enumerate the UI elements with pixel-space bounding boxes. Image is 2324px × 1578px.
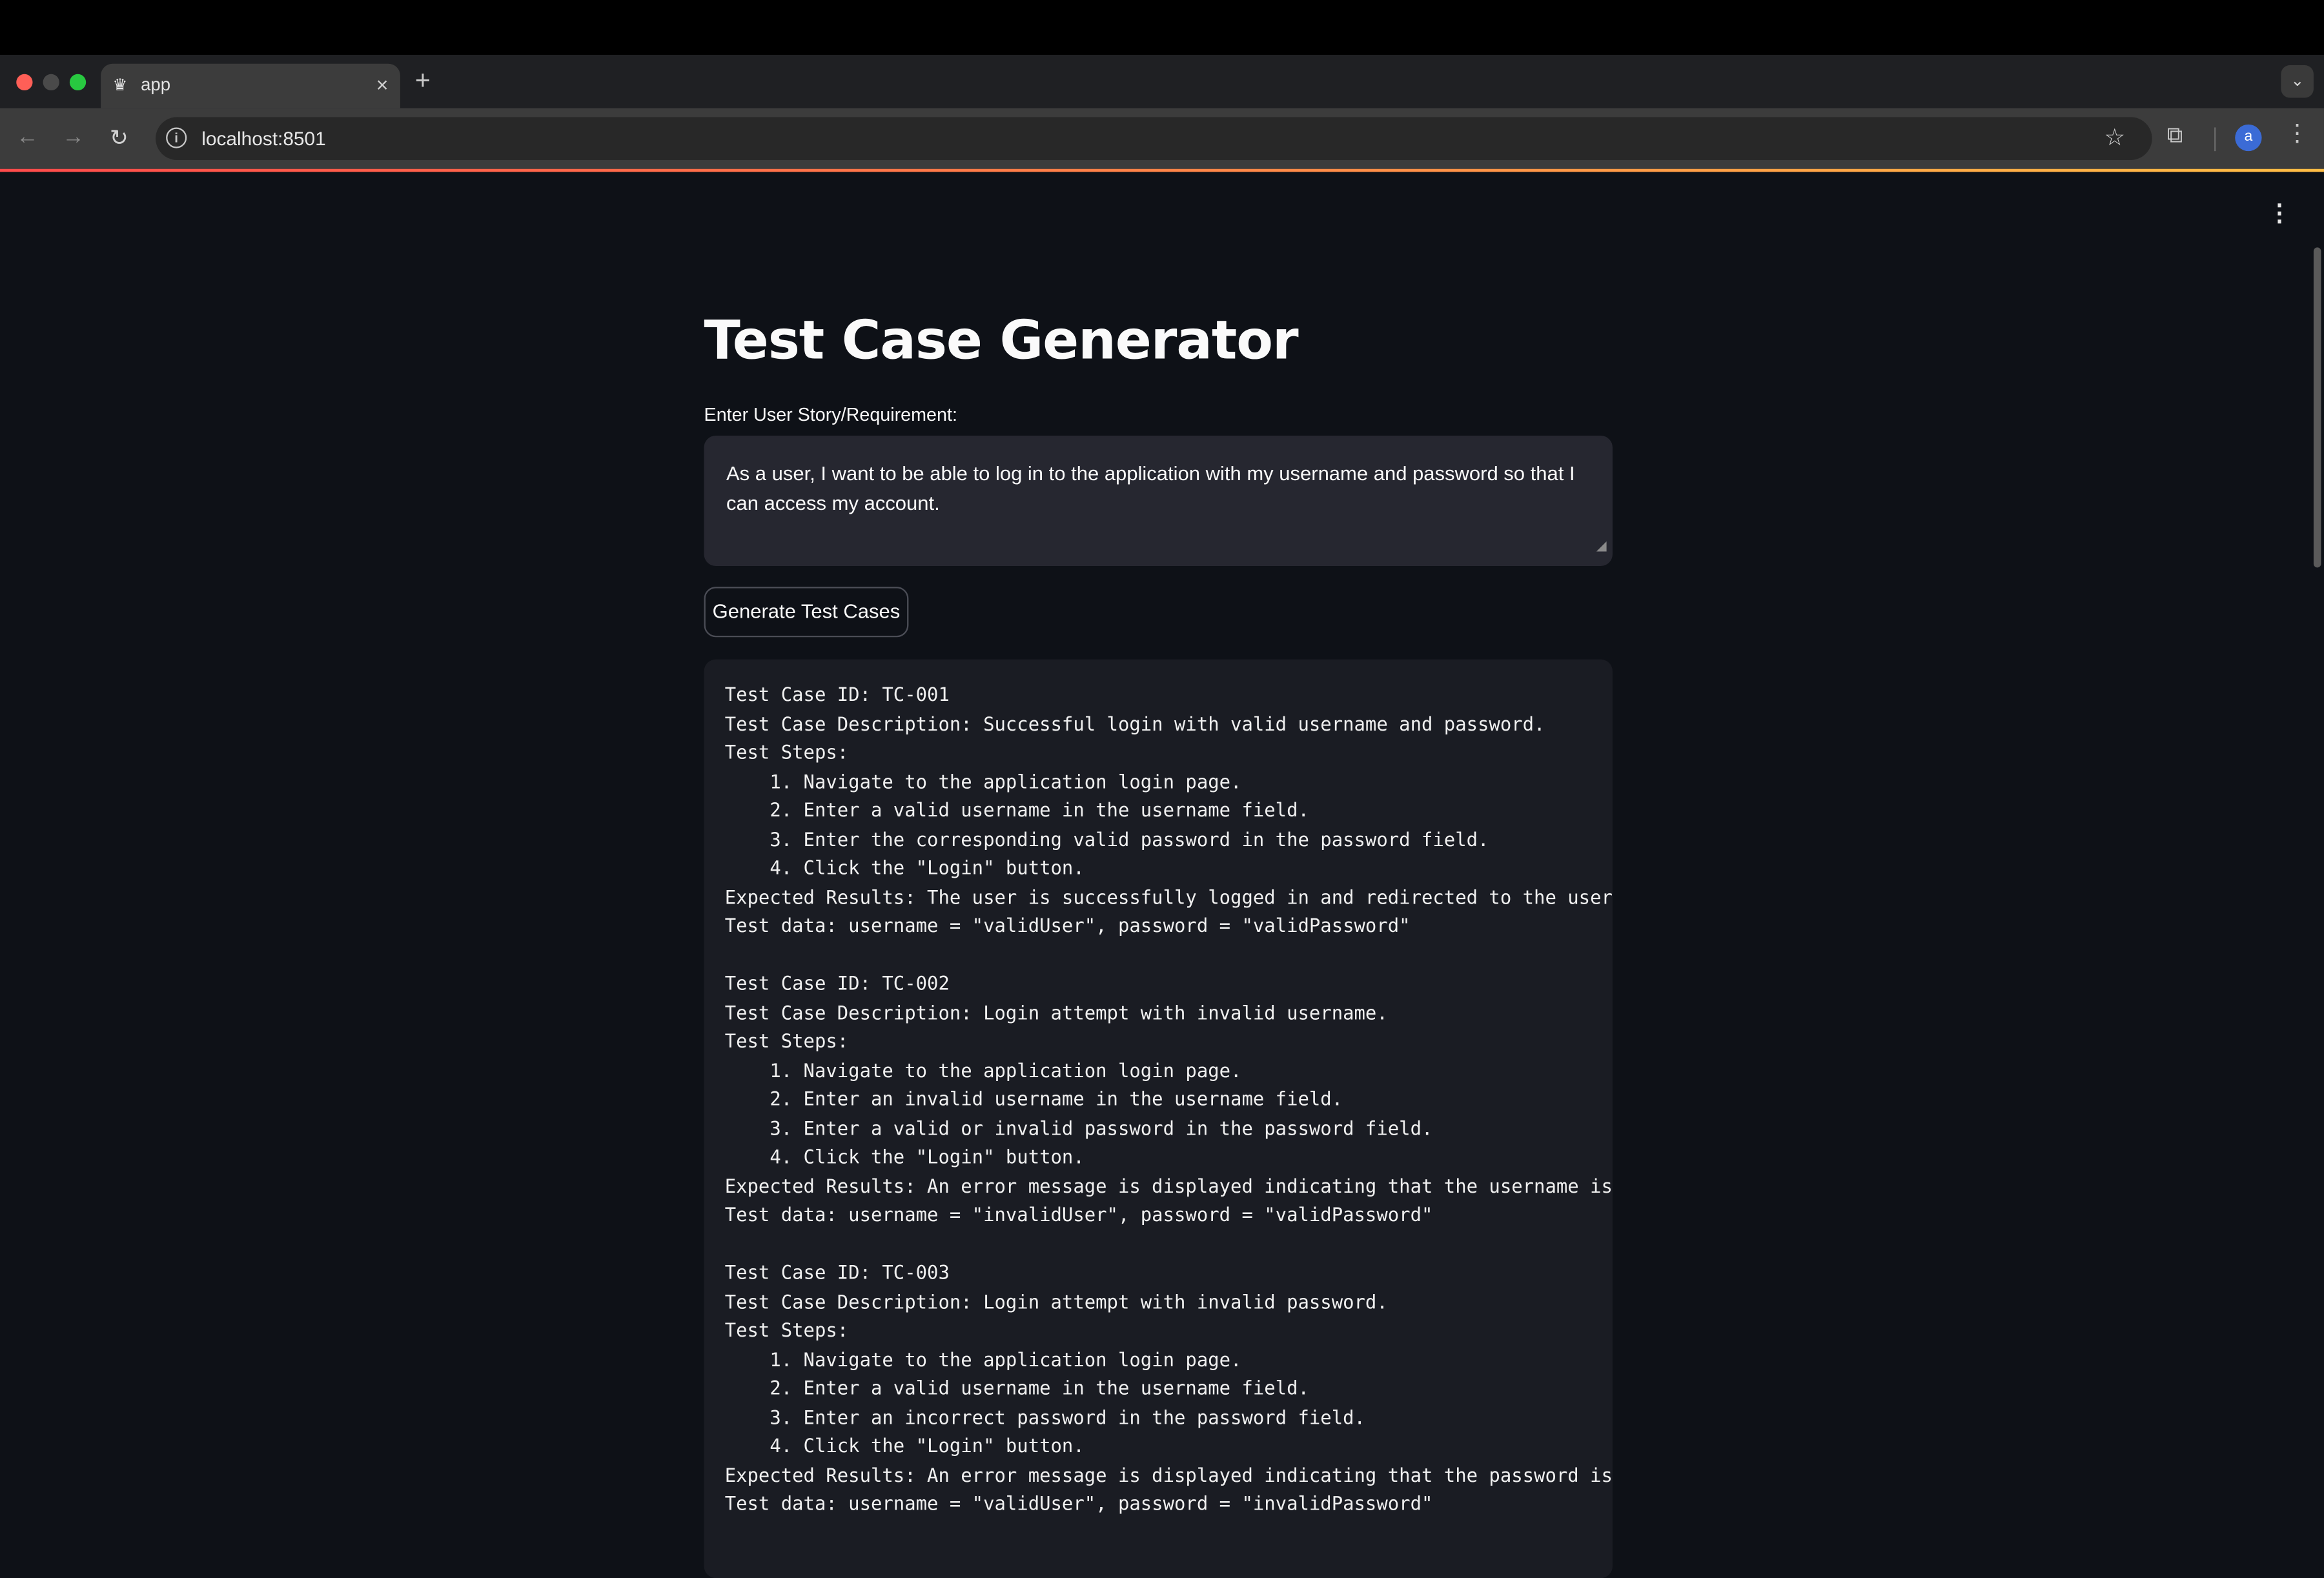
page-scrollbar[interactable]: [2313, 247, 2321, 568]
page-title: Test Case Generator: [704, 311, 1299, 372]
extensions-puzzle-icon[interactable]: ⧉: [2167, 123, 2183, 148]
user-story-label: Enter User Story/Requirement:: [704, 404, 957, 425]
forward-arrow-icon[interactable]: →: [62, 125, 84, 150]
browser-menu-icon[interactable]: ⋮: [2285, 122, 2309, 147]
app-header-decoration: [0, 168, 2324, 172]
user-story-text[interactable]: As a user, I want to be able to log in t…: [726, 462, 1575, 513]
tab-search-chevron-icon[interactable]: ⌄: [2281, 65, 2314, 98]
site-info-icon[interactable]: i: [166, 127, 187, 148]
minimize-window-button[interactable]: [43, 74, 59, 91]
close-window-button[interactable]: [16, 74, 33, 91]
url-text[interactable]: localhost:8501: [201, 127, 325, 149]
resize-handle-icon[interactable]: ◢: [1596, 531, 1607, 560]
generate-test-cases-button[interactable]: Generate Test Cases: [704, 587, 909, 638]
profile-avatar[interactable]: a: [2235, 124, 2262, 152]
app-main-menu-icon[interactable]: ⋮: [2268, 202, 2292, 227]
reload-icon[interactable]: ↻: [110, 125, 128, 151]
toolbar-divider: [2214, 127, 2216, 152]
browser-tab[interactable]: ♛ app ×: [101, 63, 400, 108]
browser-toolbar: ← → ↻ i localhost:8501 ☆ ⧉ a ⋮: [0, 108, 2324, 169]
tab-close-icon[interactable]: ×: [376, 72, 389, 96]
tab-title: app: [141, 74, 171, 95]
user-story-textarea[interactable]: As a user, I want to be able to log in t…: [704, 435, 1613, 567]
back-arrow-icon[interactable]: ←: [16, 125, 38, 150]
maximize-window-button[interactable]: [69, 74, 87, 91]
screen-top-bar: [0, 0, 2324, 55]
crown-icon: ♛: [112, 77, 128, 95]
address-bar[interactable]: i localhost:8501 ☆: [156, 117, 2152, 160]
bookmark-star-icon[interactable]: ☆: [2104, 123, 2125, 153]
test-cases-output: Test Case ID: TC-001 Test Case Descripti…: [704, 659, 1613, 1578]
browser-tab-strip: ♛ app × + ⌄: [0, 54, 2324, 108]
new-tab-button[interactable]: +: [415, 65, 431, 96]
test-cases-text: Test Case ID: TC-001 Test Case Descripti…: [724, 683, 1613, 1515]
